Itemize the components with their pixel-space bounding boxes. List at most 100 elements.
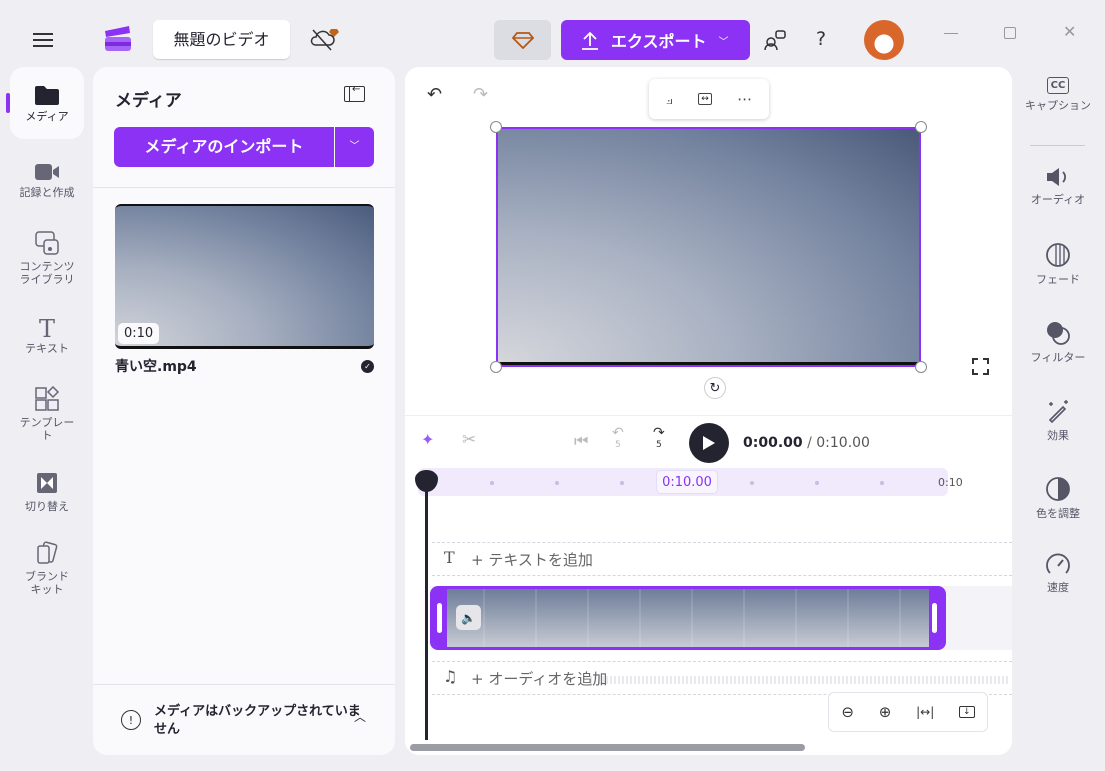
- resize-handle[interactable]: [915, 121, 927, 133]
- time-marker-label: 0:10.00: [656, 470, 718, 494]
- media-panel: [93, 67, 395, 755]
- fade-icon: [1046, 243, 1070, 267]
- color-adjust-icon: [1046, 477, 1070, 501]
- nav-transitions[interactable]: 切り替え: [10, 462, 84, 521]
- horizontal-scrollbar[interactable]: [410, 744, 805, 751]
- avatar[interactable]: [864, 20, 904, 60]
- ruler-tick: [750, 481, 754, 485]
- upload-icon: [582, 31, 598, 50]
- fit-timeline-icon[interactable]: |↔|: [916, 705, 934, 719]
- ruler-tick: [880, 481, 884, 485]
- divider: [1030, 145, 1085, 146]
- rnav-label: オーディオ: [1030, 193, 1086, 206]
- export-button[interactable]: エクスポート ﹀: [561, 20, 750, 60]
- nav-text[interactable]: T テキスト: [10, 308, 84, 363]
- close-button[interactable]: ✕: [1063, 22, 1076, 41]
- feedback-icon[interactable]: [762, 28, 788, 52]
- add-audio-button[interactable]: + オーディオを追加: [471, 668, 607, 689]
- maximize-button[interactable]: [1004, 27, 1016, 39]
- playhead[interactable]: [425, 480, 428, 740]
- zoom-toolbar: ⊖ ⊕ |↔| ↓: [828, 692, 988, 732]
- divider: [405, 415, 1012, 416]
- chevron-up-icon[interactable]: ︿: [354, 708, 366, 725]
- info-icon: !: [121, 710, 141, 730]
- expand-timeline-icon[interactable]: ↓: [959, 706, 975, 718]
- skip-to-start-icon[interactable]: ⏮: [574, 431, 588, 451]
- nav-content-library[interactable]: コンテンツ ライブラリ: [10, 222, 84, 294]
- folder-icon: [35, 85, 59, 105]
- nav-templates[interactable]: テンプレート: [10, 378, 84, 450]
- add-text-button[interactable]: + テキストを追加: [471, 549, 593, 570]
- time-readout: 0:00.00 / 0:10.00: [743, 435, 870, 451]
- rnav-color[interactable]: 色を調整: [1017, 476, 1099, 520]
- duration-badge: 0:10: [118, 323, 160, 344]
- resize-handle[interactable]: [915, 361, 927, 373]
- backup-notice: メディアはバックアップされていません: [154, 704, 361, 737]
- rnav-fade[interactable]: フェード: [1017, 242, 1099, 286]
- speaker-icon: [1047, 168, 1066, 186]
- rnav-label: 効果: [1047, 429, 1069, 442]
- resize-handle[interactable]: [490, 361, 502, 373]
- clipchamp-logo: [103, 25, 133, 53]
- import-dropdown-button[interactable]: ﹀: [335, 127, 374, 167]
- ruler-tick: [815, 481, 819, 485]
- nav-record[interactable]: 記録と作成: [10, 154, 84, 207]
- clip-trim-handle-left[interactable]: [437, 603, 442, 633]
- filter-icon: [1047, 322, 1070, 345]
- crop-icon[interactable]: ⟓: [666, 90, 673, 108]
- rnav-label: 色を調整: [1036, 507, 1080, 520]
- nav-label: メディア: [25, 109, 69, 123]
- collapse-panel-icon[interactable]: ←: [344, 84, 365, 102]
- check-icon: ✓: [361, 360, 374, 373]
- video-preview[interactable]: [496, 127, 921, 367]
- play-button[interactable]: [689, 423, 729, 463]
- menu-icon[interactable]: [30, 28, 56, 52]
- magic-wand-icon: [1048, 400, 1068, 424]
- clip-trim-handle-right[interactable]: [932, 603, 937, 633]
- nav-label: 切り替え: [25, 500, 69, 513]
- undo-icon[interactable]: ↶: [427, 84, 442, 105]
- audio-waveform: [590, 676, 1010, 684]
- fit-icon[interactable]: ↔: [698, 93, 712, 105]
- rewind-5-button[interactable]: ↶ 5: [612, 426, 624, 450]
- resize-handle[interactable]: [490, 121, 502, 133]
- fullscreen-icon[interactable]: [972, 358, 989, 375]
- speedometer-icon: [1046, 553, 1070, 574]
- forward-5-button[interactable]: ↷ 5: [653, 426, 665, 450]
- rnav-audio[interactable]: オーディオ: [1017, 166, 1099, 206]
- current-time: 0:00.00: [743, 435, 803, 451]
- rnav-speed[interactable]: 速度: [1017, 552, 1099, 594]
- export-label: エクスポート: [611, 32, 707, 51]
- redo-icon[interactable]: ↷: [473, 84, 488, 105]
- import-media-button[interactable]: メディアのインポート: [114, 127, 334, 167]
- captions-icon: CC: [1046, 77, 1070, 94]
- transition-icon: [37, 473, 57, 493]
- cloud-sync-off-icon[interactable]: [308, 26, 340, 52]
- rnav-filters[interactable]: フィルター: [1017, 320, 1099, 364]
- chevron-down-icon: ﹀: [718, 36, 729, 48]
- media-filename: 青い空.mp4: [115, 359, 197, 375]
- rnav-captions[interactable]: CC キャプション: [1017, 77, 1099, 112]
- zoom-in-icon[interactable]: ⊕: [879, 703, 892, 721]
- ai-sparkle-icon[interactable]: ✦: [421, 430, 434, 449]
- nav-brand-kit[interactable]: ブランド キット: [10, 532, 84, 604]
- track-border: [432, 661, 1012, 662]
- nav-label: テキスト: [25, 342, 69, 355]
- zoom-out-icon[interactable]: ⊖: [841, 703, 854, 721]
- ruler-tick: [620, 481, 624, 485]
- video-title-input[interactable]: 無題のビデオ: [153, 20, 290, 59]
- nav-media[interactable]: メディア: [10, 67, 84, 139]
- premium-button[interactable]: [494, 20, 551, 60]
- rnav-effects[interactable]: 効果: [1017, 398, 1099, 442]
- minimize-button[interactable]: [944, 33, 958, 34]
- more-icon[interactable]: ⋯: [737, 90, 752, 108]
- scissors-icon[interactable]: ✂: [462, 430, 476, 450]
- video-clip[interactable]: [430, 586, 946, 650]
- rnav-label: キャプション: [1025, 99, 1091, 112]
- nav-label: テンプレート: [19, 416, 75, 442]
- rotate-icon[interactable]: ↻: [704, 377, 726, 399]
- clip-volume-icon[interactable]: 🔈: [456, 605, 481, 630]
- total-time: 0:10.00: [816, 435, 870, 451]
- nav-label: ブランド キット: [25, 570, 69, 596]
- help-button[interactable]: ?: [816, 28, 826, 50]
